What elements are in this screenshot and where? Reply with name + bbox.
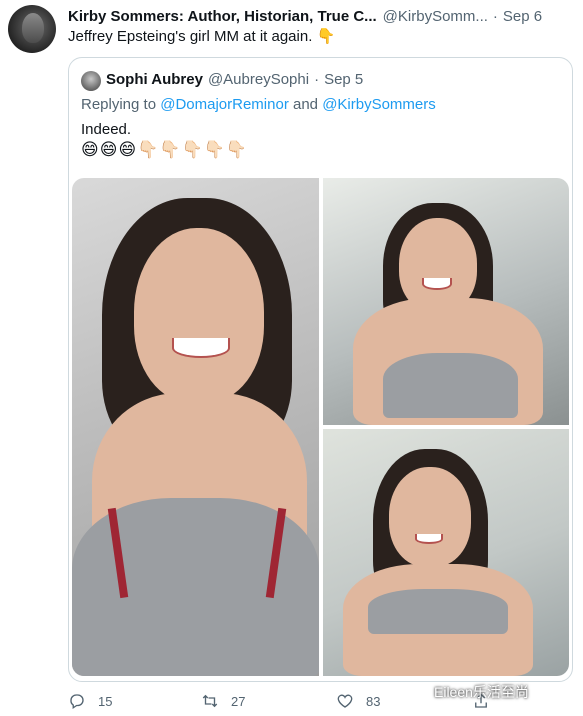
avatar-face (22, 13, 44, 43)
replying-to-and: and (288, 96, 323, 113)
heart-icon (337, 694, 353, 708)
tweet-text: Jeffrey Epsteing's girl MM at it again. … (68, 28, 336, 45)
author-avatar[interactable] (8, 5, 56, 53)
tweet-timestamp[interactable]: Sep 6 (503, 8, 542, 25)
reply-user-link-1[interactable]: @DomajorReminor (160, 96, 289, 113)
media-grid (72, 178, 569, 676)
photo-smile (415, 534, 443, 544)
tweet-header: Kirby Sommers: Author, Historian, True C… (68, 6, 571, 26)
reply-count: 15 (98, 693, 113, 709)
quoted-tweet-text: Indeed. (81, 121, 132, 138)
quoted-author-handle[interactable]: @AubreySophi (208, 71, 309, 88)
separator-dot: · (492, 7, 498, 25)
quoted-tweet-emoji: 😄😄😄👇🏻👇🏻👇🏻👇🏻👇🏻 (81, 140, 249, 159)
author-name[interactable]: Kirby Sommers: Author, Historian, True C… (68, 8, 377, 25)
quoted-tweet-header: Sophi Aubrey @AubreySophi · Sep 5 (106, 71, 363, 88)
quoted-timestamp[interactable]: Sep 5 (324, 71, 363, 88)
quoted-author-avatar[interactable] (81, 71, 101, 91)
reply-user-link-2[interactable]: @KirbySommers (322, 96, 436, 113)
quoted-tweet[interactable]: Sophi Aubrey @AubreySophi · Sep 5 Replyi… (68, 57, 573, 682)
retweet-button[interactable]: 27 (201, 692, 245, 710)
reply-button[interactable]: 15 (68, 692, 112, 710)
replying-to: Replying to @DomajorReminor and @KirbySo… (81, 96, 436, 113)
photo-smile (422, 278, 452, 290)
photo-3[interactable] (323, 429, 569, 676)
photo-2[interactable] (323, 178, 569, 425)
like-button[interactable]: 83 (336, 692, 380, 710)
retweet-count: 27 (231, 693, 246, 709)
author-handle[interactable]: @KirbySomm... (383, 8, 488, 25)
photo-smile (172, 338, 230, 358)
reply-icon (70, 694, 84, 710)
watermark: Eileen乐活至尚 (434, 684, 529, 700)
replying-to-label: Replying to (81, 96, 161, 113)
retweet-icon (202, 694, 218, 708)
photo-shirt (383, 353, 518, 418)
quoted-author-name[interactable]: Sophi Aubrey (106, 71, 203, 88)
photo-face (389, 467, 471, 567)
photo-1[interactable] (72, 178, 319, 676)
photo-face (134, 228, 264, 403)
photo-shirt (368, 589, 508, 634)
like-count: 83 (366, 693, 381, 709)
separator-dot: · (314, 71, 320, 88)
